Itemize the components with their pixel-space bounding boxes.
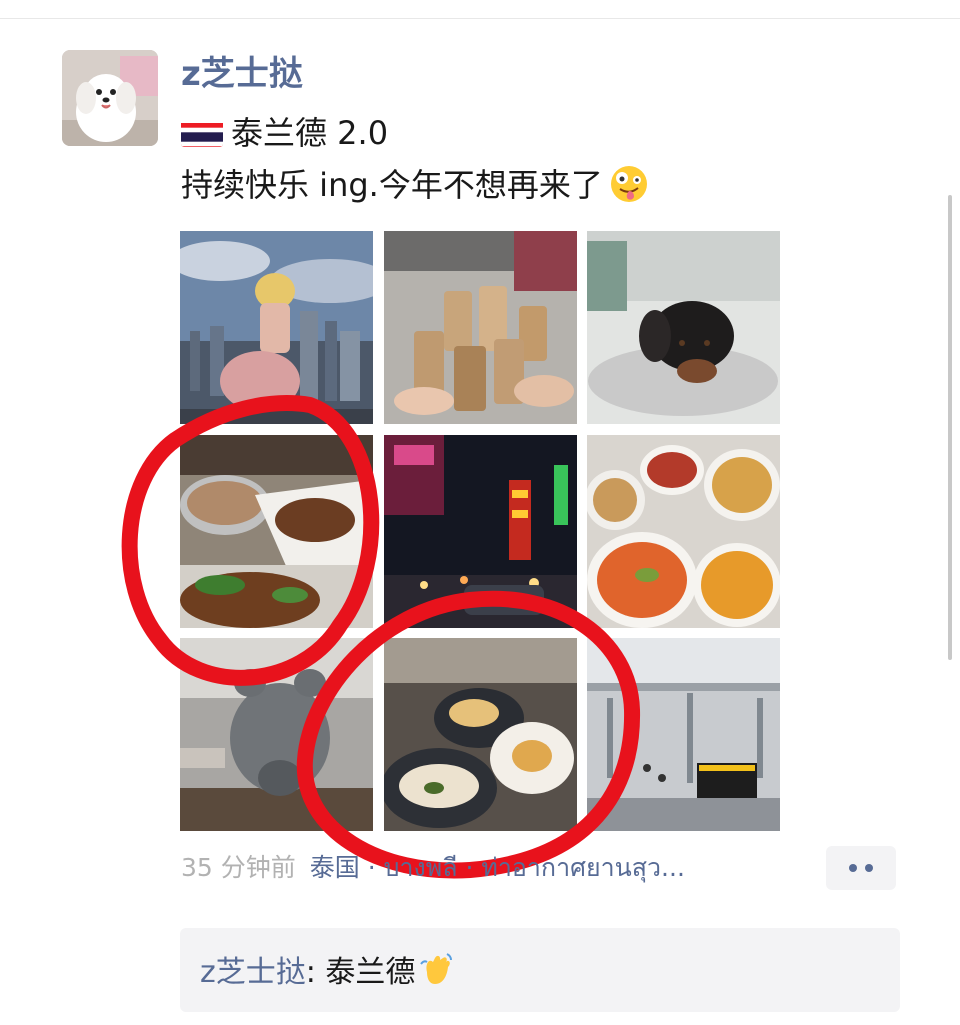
- post-time: 35 分钟前: [181, 853, 296, 882]
- comment-text: 泰兰德: [325, 955, 416, 990]
- post-body-text: 持续快乐 ing.今年不想再来了: [181, 166, 603, 204]
- photo-dog-statue[interactable]: [587, 231, 780, 424]
- photo-bear-statue[interactable]: [180, 638, 373, 831]
- photo-grid: [180, 231, 780, 831]
- waving-hand-emoji-icon: [417, 950, 457, 990]
- post-username[interactable]: z芝士挞: [181, 53, 303, 95]
- dot-icon: [865, 864, 873, 872]
- thailand-flag-icon: [181, 119, 223, 147]
- more-actions-button[interactable]: [826, 846, 896, 890]
- photo-dessert-plates[interactable]: [384, 638, 577, 831]
- post-meta: 35 分钟前 泰国 · บางพลี · ท่าอากาศยานสุว...: [181, 848, 801, 888]
- top-divider: [0, 18, 960, 19]
- post-text-line1: 泰兰德 2.0: [181, 112, 388, 154]
- dot-icon: [849, 864, 857, 872]
- photo-drinks[interactable]: [384, 231, 577, 424]
- comment-item[interactable]: z芝士挞: 泰兰德: [200, 950, 457, 993]
- zany-face-emoji-icon: [609, 164, 649, 204]
- post-text-line2: 持续快乐 ing.今年不想再来了: [181, 164, 649, 206]
- post-location[interactable]: 泰国 · บางพลี · ท่าอากาศยานสุว...: [310, 853, 685, 882]
- photo-night-street[interactable]: [384, 435, 577, 628]
- photo-thai-food[interactable]: [180, 435, 373, 628]
- scrollbar[interactable]: [948, 195, 952, 660]
- comment-section: z芝士挞: 泰兰德: [180, 928, 900, 1012]
- comment-separator: :: [305, 955, 326, 990]
- post-title-text: 泰兰德 2.0: [231, 114, 389, 152]
- photo-noodle-soups[interactable]: [587, 435, 780, 628]
- photo-figure-skyline[interactable]: [180, 231, 373, 424]
- avatar[interactable]: [62, 50, 158, 146]
- photo-airport[interactable]: [587, 638, 780, 831]
- comment-author[interactable]: z芝士挞: [200, 955, 306, 990]
